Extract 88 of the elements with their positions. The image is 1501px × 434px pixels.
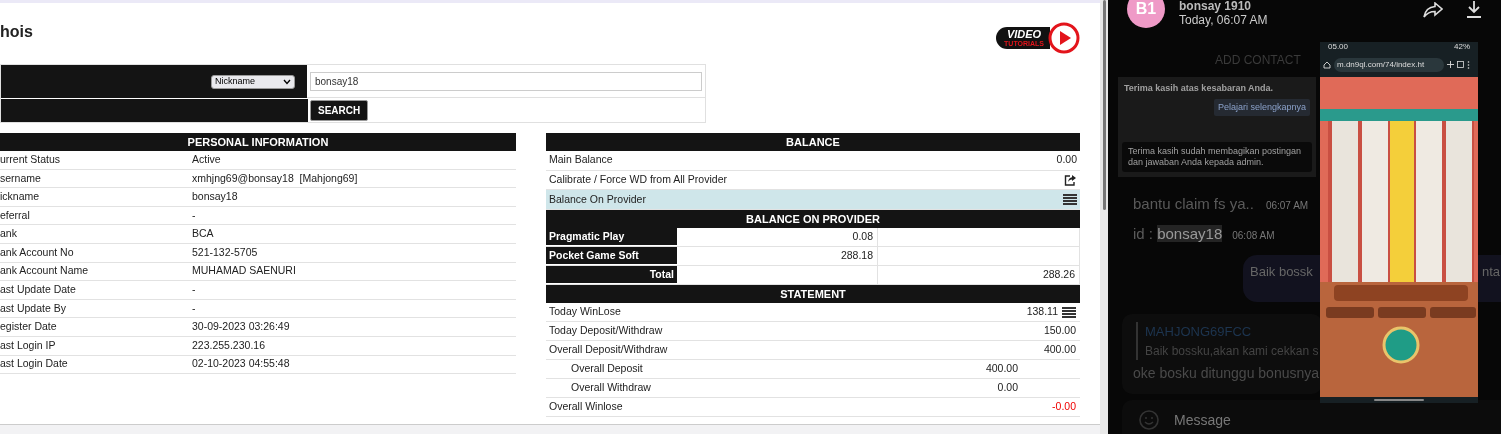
field-label: ast Login IP	[0, 337, 57, 353]
row-label: Overall Winlose	[549, 399, 623, 415]
share-icon[interactable]	[1423, 2, 1443, 18]
field-value: 30-09-2023 03:26:49	[192, 319, 290, 335]
row-value: 150.00	[1043, 323, 1076, 339]
section-header: BALANCE ON PROVIDER	[546, 210, 1080, 229]
share-out-icon[interactable]	[1064, 174, 1077, 187]
row-label: Overall Deposit	[571, 361, 643, 377]
field-value: -	[192, 300, 196, 316]
search-type-select[interactable]: Nickname	[211, 74, 295, 89]
row-label: Today WinLose	[549, 304, 621, 320]
field-label: ank Account No	[0, 244, 75, 260]
plus-icon[interactable]	[1447, 61, 1454, 68]
page-title: hois	[0, 22, 33, 42]
section-header: PERSONAL INFORMATION	[0, 133, 516, 151]
message-text: Baik bossk	[1250, 263, 1313, 281]
url-field[interactable]: m.dn9ql.com/74/index.ht	[1334, 57, 1444, 72]
list-icon[interactable]	[1062, 306, 1076, 318]
search-button[interactable]: SEARCH	[310, 100, 369, 121]
message-text: id : bonsay18	[1133, 223, 1223, 244]
learn-more-button[interactable]: Pelajari selengkapnya	[1213, 98, 1310, 116]
field-value: Active	[192, 151, 221, 167]
balance-row[interactable]: Balance On Provider	[546, 190, 1080, 211]
play-icon	[1048, 22, 1080, 54]
row-value: 400.00	[985, 361, 1018, 377]
provider-name: Pocket Game Soft	[546, 247, 677, 266]
field-label: ank Account Name	[0, 263, 90, 279]
field-value: -	[192, 207, 196, 223]
battery-text: 42%	[1454, 43, 1470, 51]
toast-message: Terima kasih sudah membagikan postingan dan jawaban Anda kepada admin.	[1122, 142, 1312, 172]
last-seen-text: Today, 06:07 AM	[1179, 14, 1268, 26]
tabs-icon[interactable]	[1457, 61, 1464, 68]
quote-author: MAHJONG69FCC	[1145, 323, 1253, 341]
list-icon[interactable]	[1063, 194, 1077, 206]
message-time: 06:08 AM	[1232, 229, 1275, 243]
field-value: bonsay18	[192, 189, 238, 205]
row-label: Calibrate / Force WD from All Provider	[549, 172, 727, 188]
field-label: ast Update Date	[0, 282, 77, 298]
message-text: bantu claim fs ya..	[1133, 193, 1254, 214]
field-value: xmhjng69@bonsay18 [Mahjong69]	[192, 170, 358, 186]
row-label: Today Deposit/Withdraw	[549, 323, 663, 339]
section-header: STATEMENT	[546, 285, 1080, 304]
dialog-title: Terima kasih atas kesabaran Anda.	[1124, 82, 1274, 95]
message-placeholder: Message	[1174, 410, 1231, 430]
field-label: urrent Status	[0, 151, 62, 167]
field-label: ast Login Date	[0, 356, 69, 372]
row-label: Overall Withdraw	[571, 380, 651, 396]
more-icon[interactable]	[1467, 60, 1470, 69]
home-icon[interactable]	[1323, 60, 1331, 69]
message-time: 06:07 AM	[1265, 199, 1309, 213]
row-value: 0.00	[997, 380, 1018, 396]
row-label: Overall Deposit/Withdraw	[549, 342, 668, 358]
row-label: Main Balance	[549, 152, 613, 168]
message-text: nta	[1481, 263, 1500, 281]
avatar: B1	[1127, 0, 1165, 28]
row-value: -0.00	[1052, 399, 1076, 415]
field-value: 521-132-5705	[192, 244, 258, 260]
row-label: Balance On Provider	[549, 191, 646, 207]
field-label: ank	[0, 226, 18, 242]
field-label: eferral	[0, 207, 31, 223]
message-composer[interactable]: Message	[1122, 400, 1501, 434]
provider-balance: 288.18	[677, 247, 878, 266]
horizontal-scrollbar[interactable]	[0, 424, 1100, 434]
row-value: 400.00	[1043, 342, 1076, 358]
search-field[interactable]: bonsay18	[310, 71, 702, 91]
row-value: 0.00	[1056, 152, 1077, 168]
section-header: BALANCE	[546, 133, 1080, 151]
status-time: 05.00	[1328, 43, 1349, 51]
download-icon[interactable]	[1466, 1, 1482, 18]
field-value: 02-10-2023 04:55:48	[192, 356, 290, 372]
field-label: egister Date	[0, 319, 58, 335]
chevron-down-icon	[283, 78, 291, 85]
provider-name: Total	[546, 266, 677, 285]
field-label: ickname	[0, 189, 41, 205]
field-label: ast Update By	[0, 300, 67, 316]
row-value: 138.11	[1026, 304, 1058, 320]
field-label: sername	[0, 170, 42, 186]
logo-text: VIDEO	[1006, 29, 1042, 40]
field-value: -	[192, 282, 196, 298]
scrollbar[interactable]	[1100, 0, 1108, 434]
provider-name: Pragmatic Play	[546, 228, 677, 247]
total-value: 288.26	[878, 266, 1080, 285]
field-value: BCA	[192, 226, 214, 242]
field-value: MUHAMAD SAENURI	[192, 263, 296, 279]
contact-name: bonsay 1910	[1179, 0, 1253, 12]
field-value: 223.255.230.16	[192, 337, 265, 353]
provider-balance: 0.08	[677, 228, 878, 247]
message-text: oke bosku ditunggu bonusnya	[1133, 363, 1320, 383]
